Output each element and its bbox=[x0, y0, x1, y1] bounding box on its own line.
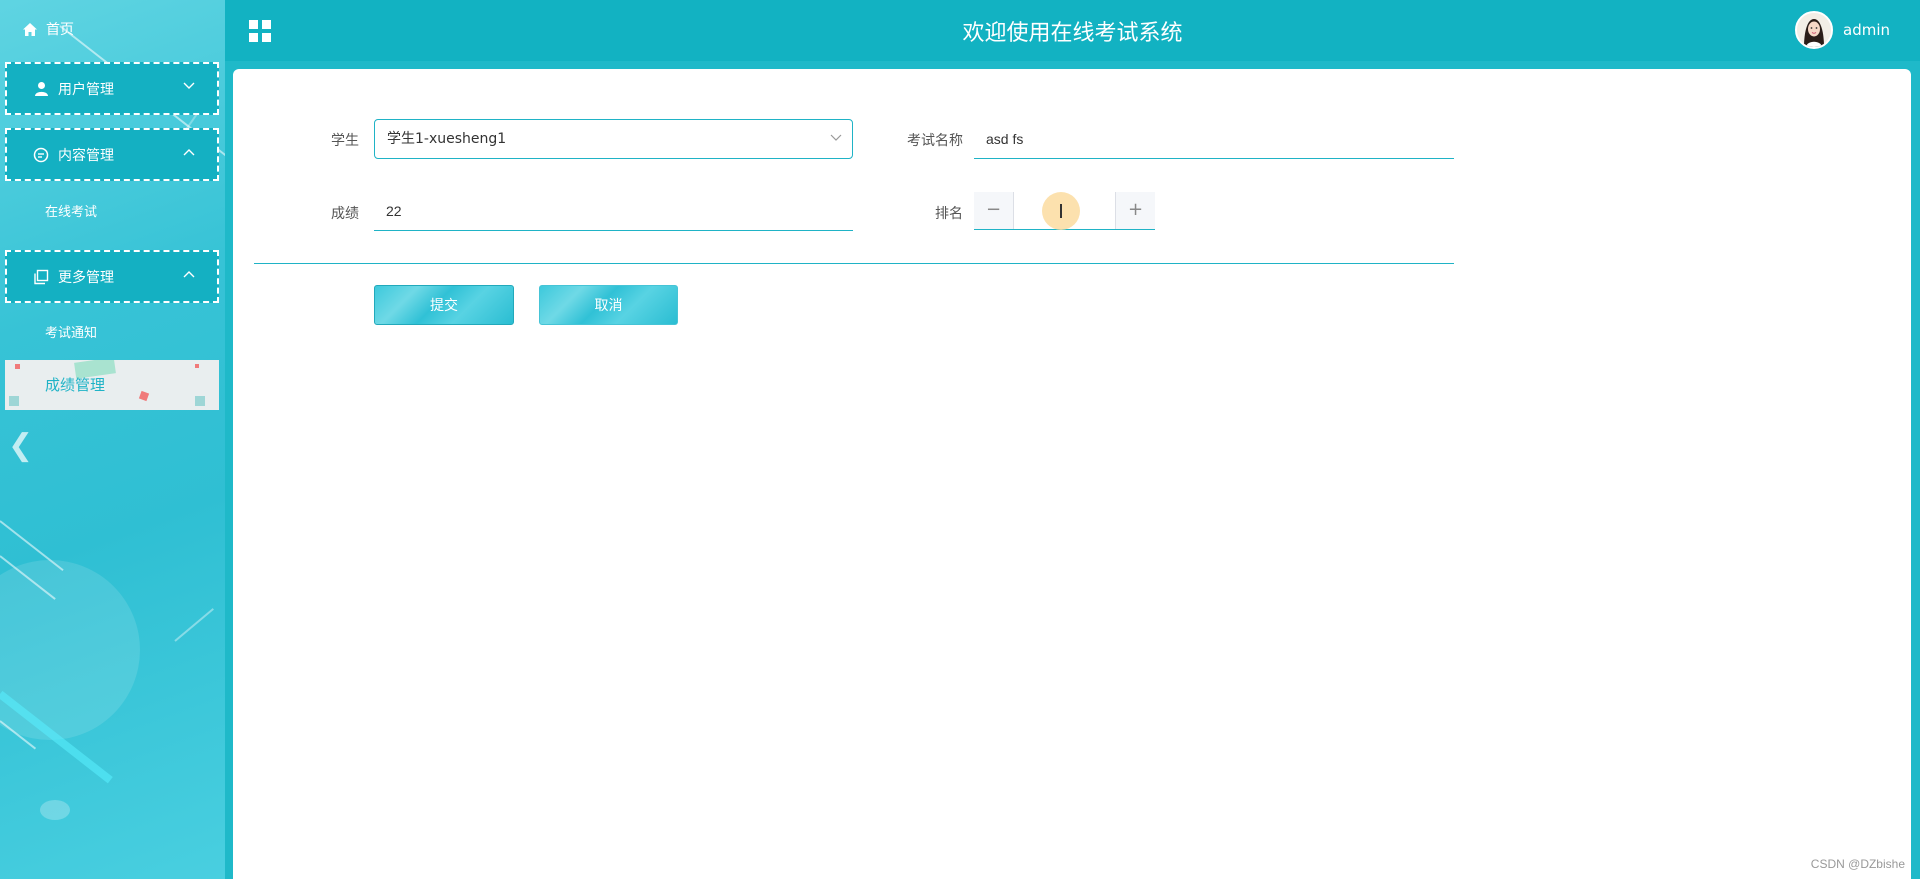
chevron-down-icon bbox=[830, 134, 842, 141]
bg-decoration bbox=[40, 800, 70, 820]
watermark: CSDN @DZbishe bbox=[1810, 857, 1905, 871]
increment-button[interactable]: + bbox=[1115, 192, 1155, 229]
submit-button[interactable]: 提交 bbox=[374, 285, 514, 325]
chevron-down-icon bbox=[183, 82, 195, 89]
bg-decoration bbox=[195, 396, 205, 406]
user-icon bbox=[33, 81, 49, 97]
chevron-up-icon bbox=[183, 271, 195, 278]
score-input[interactable] bbox=[374, 191, 853, 231]
nav-group-label: 更多管理 bbox=[58, 269, 114, 286]
chevron-up-icon bbox=[183, 149, 195, 156]
sidebar-item-exam-notice[interactable]: 考试通知 bbox=[45, 322, 97, 341]
home-icon bbox=[23, 22, 37, 36]
nav-home[interactable]: 首页 bbox=[22, 18, 74, 40]
student-select-value: 学生1-xuesheng1 bbox=[387, 131, 507, 147]
sidebar-item-online-exam[interactable]: 在线考试 bbox=[45, 201, 97, 220]
avatar bbox=[1795, 11, 1833, 49]
exam-name-label: 考试名称 bbox=[907, 133, 963, 149]
bg-decoration bbox=[138, 390, 150, 402]
username: admin bbox=[1843, 21, 1890, 39]
nav-home-label: 首页 bbox=[46, 22, 74, 38]
bg-decoration bbox=[9, 396, 19, 406]
collapse-sidebar-icon[interactable]: ❮ bbox=[8, 428, 33, 463]
bg-decoration bbox=[195, 364, 199, 368]
cancel-button[interactable]: 取消 bbox=[539, 285, 678, 325]
bg-decoration bbox=[174, 608, 214, 642]
chat-icon bbox=[33, 147, 49, 163]
score-label: 成绩 bbox=[331, 206, 359, 222]
nav-group-label: 内容管理 bbox=[58, 147, 114, 164]
text-cursor-icon bbox=[1060, 204, 1062, 218]
sidebar-item-label: 成绩管理 bbox=[45, 376, 106, 394]
bg-decoration bbox=[15, 364, 20, 369]
form-divider bbox=[254, 263, 1454, 264]
nav-group-content-management[interactable]: 内容管理 bbox=[5, 128, 219, 181]
rank-stepper[interactable]: − + bbox=[974, 192, 1155, 230]
nav-group-label: 用户管理 bbox=[58, 81, 114, 98]
user-menu[interactable]: admin bbox=[1795, 11, 1890, 49]
main-panel: 学生 学生1-xuesheng1 考试名称 成绩 排名 − + 提交 取消 CS… bbox=[233, 69, 1911, 879]
nav-group-more-management[interactable]: 更多管理 bbox=[5, 250, 219, 303]
exam-name-input[interactable] bbox=[974, 119, 1454, 159]
sidebar: 首页 用户管理 内容管理 在线考试 更多管理 考试通知 成绩管理 ❮ bbox=[0, 0, 225, 879]
decrement-button[interactable]: − bbox=[974, 192, 1014, 229]
top-header: 欢迎使用在线考试系统 admin bbox=[225, 0, 1920, 61]
copy-icon bbox=[33, 269, 49, 285]
nav-group-user-management[interactable]: 用户管理 bbox=[5, 62, 219, 115]
sidebar-item-score-management[interactable]: 成绩管理 bbox=[5, 360, 219, 410]
student-select[interactable]: 学生1-xuesheng1 bbox=[374, 119, 853, 159]
page-title: 欢迎使用在线考试系统 bbox=[962, 21, 1183, 46]
student-label: 学生 bbox=[331, 133, 359, 149]
rank-label: 排名 bbox=[935, 206, 963, 222]
